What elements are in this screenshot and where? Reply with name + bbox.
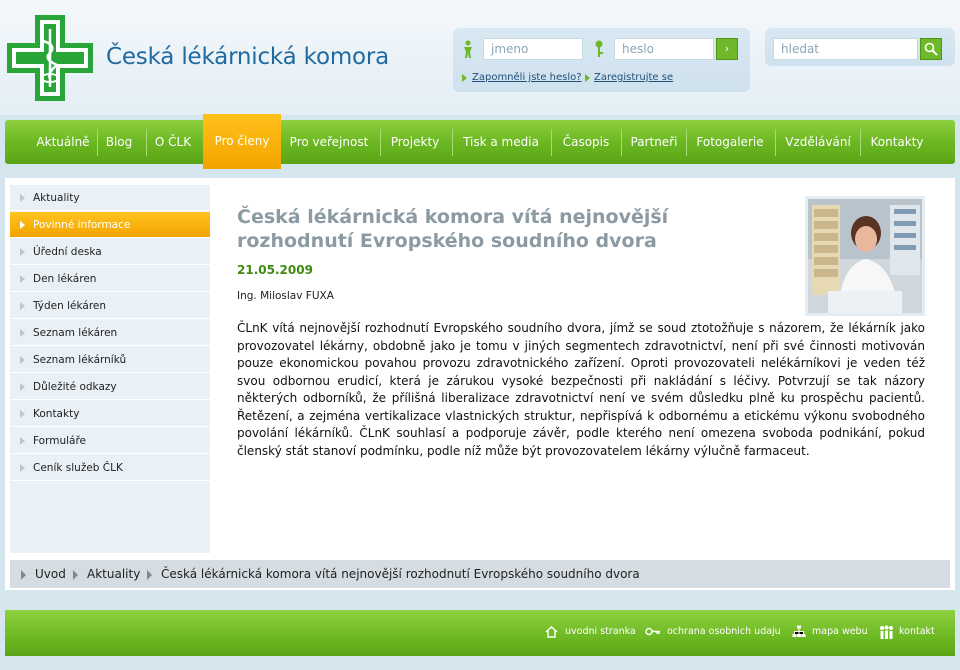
site-title[interactable]: Česká lékárnická komora <box>106 44 389 70</box>
arrow-icon <box>20 329 25 337</box>
arrow-icon <box>20 437 25 445</box>
arrow-icon <box>20 356 25 364</box>
forgot-password-link[interactable]: Zapomněli jste heslo? <box>472 72 582 83</box>
article-title: Česká lékárnická komora vítá nejnovější … <box>237 206 669 252</box>
sidebar-item-uredni-deska[interactable]: Úřední deska <box>10 239 210 265</box>
sidebar-item-aktuality[interactable]: Aktuality <box>10 185 210 211</box>
search-input[interactable]: hledat <box>773 38 918 60</box>
nav-item-tisk-a-media[interactable]: Tisk a media <box>453 120 549 164</box>
nav-item-projekty[interactable]: Projekty <box>381 120 449 164</box>
sidebar-item-dulezite-odkazy[interactable]: Důležité odkazy <box>10 374 210 400</box>
nav-item-pro-cleny[interactable]: Pro členy <box>203 114 281 169</box>
key-icon <box>595 40 603 57</box>
register-link[interactable]: Zaregistrujte se <box>594 72 673 83</box>
sidebar-item-den-lekaren[interactable]: Den lékáren <box>10 266 210 292</box>
breadcrumb-arrow-icon <box>147 570 152 580</box>
arrow-icon <box>20 383 25 391</box>
arrow-icon <box>20 410 25 418</box>
nav-item-vzdelavani[interactable]: Vzdělávání <box>776 120 860 164</box>
author-photo <box>805 196 925 316</box>
sidebar-item-povinne-informace[interactable]: Povinné informace <box>10 212 210 238</box>
nav-item-partneri[interactable]: Partneři <box>622 120 686 164</box>
arrow-icon <box>20 302 25 310</box>
article-body: ČLnK vítá nejnovější rozhodnutí Evropské… <box>237 321 925 458</box>
sidebar-item-label: Kontakty <box>33 408 80 420</box>
nav-item-aktualne[interactable]: Aktuálně <box>29 120 97 164</box>
sidebar-item-label: Ceník služeb ČLK <box>33 462 123 474</box>
breadcrumb-arrow-icon <box>73 570 78 580</box>
pharmacy-cross-logo-icon[interactable] <box>7 15 93 101</box>
arrow-icon <box>20 248 25 256</box>
sidebar-item-kontakty[interactable]: Kontakty <box>10 401 210 427</box>
footer-link-home[interactable]: uvodni stranka <box>565 626 636 637</box>
main-nav: Aktuálně Blog O ČLK Pro veřejnost Projek… <box>5 120 955 164</box>
search-button[interactable] <box>920 38 942 60</box>
login-submit-button[interactable]: › <box>716 38 738 60</box>
people-icon <box>880 625 893 639</box>
sidebar-item-cenik-sluzeb[interactable]: Ceník služeb ČLK <box>10 455 210 481</box>
home-icon <box>545 626 558 638</box>
sidebar-item-label: Den lékáren <box>33 273 97 285</box>
arrow-icon <box>20 221 25 229</box>
sidebar-item-formulare[interactable]: Formuláře <box>10 428 210 454</box>
sidebar-item-label: Důležité odkazy <box>33 381 117 393</box>
sidebar-item-seznam-lekaren[interactable]: Seznam lékáren <box>10 320 210 346</box>
sidebar-item-label: Povinné informace <box>33 219 131 231</box>
nav-item-kontakty[interactable]: Kontakty <box>861 120 933 164</box>
nav-item-pro-verejnost[interactable]: Pro veřejnost <box>281 120 377 164</box>
username-field[interactable]: jmeno <box>483 38 583 60</box>
user-icon <box>464 40 472 58</box>
sidebar-item-label: Seznam lékáren <box>33 327 118 339</box>
nav-item-casopis[interactable]: Časopis <box>552 120 620 164</box>
breadcrumb-arrow-icon <box>21 570 26 580</box>
breadcrumb-item-uvod[interactable]: Uvod <box>35 567 66 581</box>
sidebar-item-tyden-lekaren[interactable]: Týden lékáren <box>10 293 210 319</box>
nav-item-fotogalerie[interactable]: Fotogalerie <box>687 120 773 164</box>
password-field[interactable]: heslo <box>614 38 714 60</box>
footer-link-privacy[interactable]: ochrana osobnich udaju <box>667 626 781 637</box>
footer-link-contact[interactable]: kontakt <box>899 626 935 637</box>
arrow-icon <box>20 275 25 283</box>
arrow-icon <box>585 74 590 82</box>
footer-link-sitemap[interactable]: mapa webu <box>812 626 868 637</box>
breadcrumb-item-aktuality[interactable]: Aktuality <box>87 567 140 581</box>
breadcrumb-item-current: Česká lékárnická komora vítá nejnovější … <box>161 567 640 581</box>
sidebar-item-label: Úřední deska <box>33 246 102 258</box>
sidebar-item-seznam-lekarniku[interactable]: Seznam lékárníků <box>10 347 210 373</box>
key-icon <box>645 627 660 636</box>
nav-item-o-clk[interactable]: O ČLK <box>146 120 200 164</box>
sidebar-item-label: Týden lékáren <box>33 300 107 312</box>
article-date: 21.05.2009 <box>237 263 313 277</box>
search-icon <box>924 42 938 56</box>
sidebar-item-label: Formuláře <box>33 435 87 447</box>
nav-item-blog[interactable]: Blog <box>97 120 141 164</box>
arrow-icon <box>20 194 25 202</box>
sitemap-icon <box>792 625 806 637</box>
sidebar-item-label: Aktuality <box>33 192 80 204</box>
article-author: Ing. Miloslav FUXA <box>237 290 334 302</box>
sidebar-item-label: Seznam lékárníků <box>33 354 127 366</box>
arrow-icon <box>462 74 467 82</box>
arrow-icon <box>20 464 25 472</box>
